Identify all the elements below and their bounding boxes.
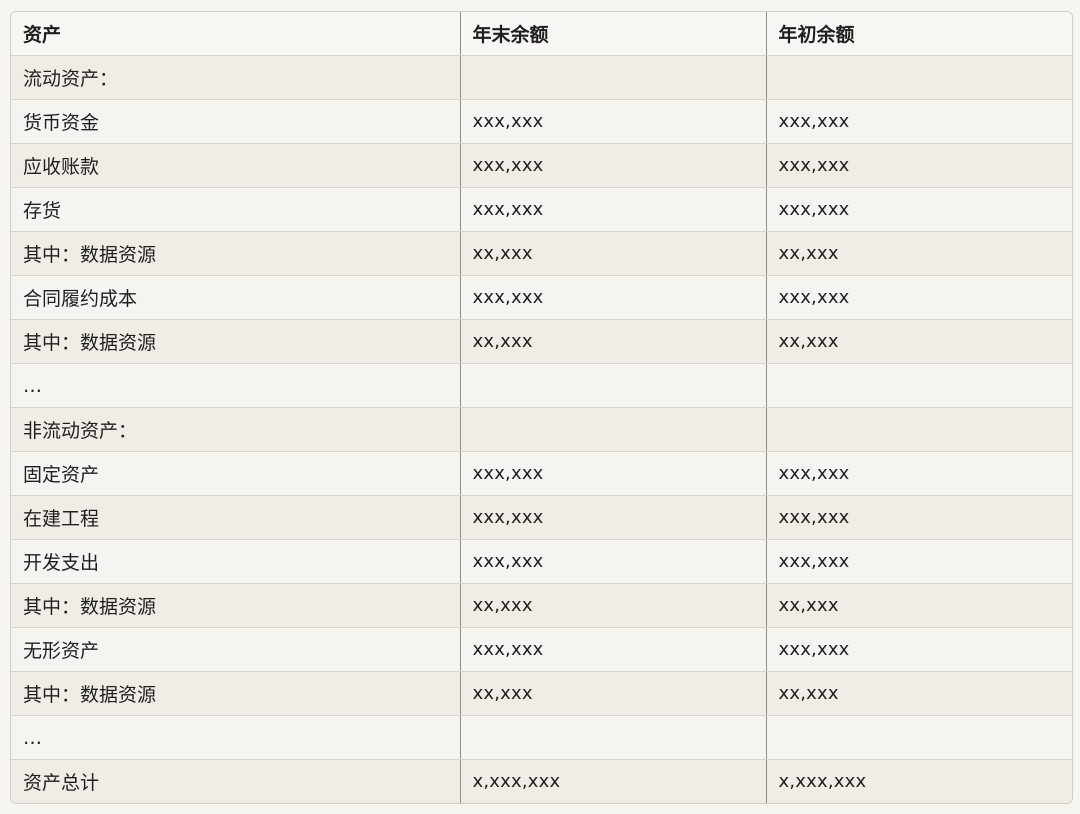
table-row: 固定资产 xxx,xxx xxx,xxx	[11, 451, 1072, 496]
cell-beginning-of-year-balance: xxx,xxx	[765, 451, 1072, 496]
table-header: 资产 年末余额 年初余额	[11, 12, 1072, 56]
cell-asset-item: 存货	[11, 187, 460, 232]
table-row: 流动资产：	[11, 55, 1072, 100]
cell-beginning-of-year-balance	[765, 55, 1072, 100]
cell-end-of-year-balance: xxx,xxx	[459, 451, 766, 496]
table-row: 开发支出 xxx,xxx xxx,xxx	[11, 539, 1072, 584]
cell-end-of-year-balance: xxx,xxx	[459, 187, 766, 232]
table-body: 流动资产： 货币资金 xxx,xxx xxx,xxx 应收账款 xxx,xxx xxx,xx…	[11, 55, 1072, 803]
cell-asset-item: 开发支出	[11, 539, 460, 584]
cell-end-of-year-balance: xx,xxx	[459, 231, 766, 276]
cell-end-of-year-balance	[459, 55, 766, 100]
cell-asset-item: …	[11, 715, 460, 760]
cell-end-of-year-balance: xxx,xxx	[459, 495, 766, 540]
table-row: 其中：数据资源 xx,xxx xx,xxx	[11, 583, 1072, 628]
cell-beginning-of-year-balance: xx,xxx	[765, 231, 1072, 276]
cell-asset-item: 非流动资产：	[11, 407, 460, 452]
balance-sheet-table: 资产 年末余额 年初余额 流动资产： 货币资金 xxx,xxx xxx,xxx 应收账款…	[11, 12, 1072, 803]
cell-beginning-of-year-balance: xxx,xxx	[765, 495, 1072, 540]
cell-beginning-of-year-balance: xxx,xxx	[765, 99, 1072, 144]
cell-asset-item: 其中：数据资源	[11, 319, 460, 364]
cell-end-of-year-balance: xxx,xxx	[459, 143, 766, 188]
table-row: …	[11, 715, 1072, 760]
cell-beginning-of-year-balance: xxx,xxx	[765, 187, 1072, 232]
table-row: 存货 xxx,xxx xxx,xxx	[11, 187, 1072, 232]
table-row: 非流动资产：	[11, 407, 1072, 452]
table-row: 其中：数据资源 xx,xxx xx,xxx	[11, 671, 1072, 716]
table-row: …	[11, 363, 1072, 408]
cell-beginning-of-year-balance: xxx,xxx	[765, 275, 1072, 320]
cell-end-of-year-balance: xxx,xxx	[459, 627, 766, 672]
cell-asset-item: 在建工程	[11, 495, 460, 540]
table-row: 无形资产 xxx,xxx xxx,xxx	[11, 627, 1072, 672]
table-row: 货币资金 xxx,xxx xxx,xxx	[11, 99, 1072, 144]
cell-beginning-of-year-balance	[765, 363, 1072, 408]
cell-asset-item: …	[11, 363, 460, 408]
cell-asset-item: 流动资产：	[11, 55, 460, 100]
cell-beginning-of-year-balance: xx,xxx	[765, 671, 1072, 716]
cell-asset-item: 其中：数据资源	[11, 583, 460, 628]
header-row: 资产 年末余额 年初余额	[11, 12, 1072, 56]
cell-beginning-of-year-balance: xxx,xxx	[765, 143, 1072, 188]
balance-sheet-table-container: 资产 年末余额 年初余额 流动资产： 货币资金 xxx,xxx xxx,xxx 应收账款…	[10, 11, 1073, 804]
cell-beginning-of-year-balance	[765, 715, 1072, 760]
header-beginning-of-year-balance: 年初余额	[765, 12, 1072, 56]
cell-end-of-year-balance: xx,xxx	[459, 671, 766, 716]
cell-asset-item: 其中：数据资源	[11, 231, 460, 276]
cell-beginning-of-year-balance: xx,xxx	[765, 583, 1072, 628]
table-row: 在建工程 xxx,xxx xxx,xxx	[11, 495, 1072, 540]
cell-asset-item: 合同履约成本	[11, 275, 460, 320]
cell-asset-item: 无形资产	[11, 627, 460, 672]
cell-end-of-year-balance: xx,xxx	[459, 319, 766, 364]
table-row: 资产总计 x,xxx,xxx x,xxx,xxx	[11, 759, 1072, 803]
table-row: 其中：数据资源 xx,xxx xx,xxx	[11, 231, 1072, 276]
cell-end-of-year-balance: xx,xxx	[459, 583, 766, 628]
cell-beginning-of-year-balance: xxx,xxx	[765, 539, 1072, 584]
cell-asset-item: 资产总计	[11, 759, 460, 803]
cell-end-of-year-balance: xxx,xxx	[459, 275, 766, 320]
cell-asset-item: 固定资产	[11, 451, 460, 496]
header-end-of-year-balance: 年末余额	[459, 12, 766, 56]
header-asset: 资产	[11, 12, 460, 56]
cell-end-of-year-balance: x,xxx,xxx	[459, 759, 766, 803]
table-row: 其中：数据资源 xx,xxx xx,xxx	[11, 319, 1072, 364]
cell-beginning-of-year-balance: x,xxx,xxx	[765, 759, 1072, 803]
cell-asset-item: 应收账款	[11, 143, 460, 188]
cell-beginning-of-year-balance	[765, 407, 1072, 452]
cell-end-of-year-balance: xxx,xxx	[459, 99, 766, 144]
cell-end-of-year-balance	[459, 715, 766, 760]
cell-beginning-of-year-balance: xx,xxx	[765, 319, 1072, 364]
cell-asset-item: 货币资金	[11, 99, 460, 144]
table-row: 合同履约成本 xxx,xxx xxx,xxx	[11, 275, 1072, 320]
table-row: 应收账款 xxx,xxx xxx,xxx	[11, 143, 1072, 188]
cell-end-of-year-balance	[459, 407, 766, 452]
cell-end-of-year-balance: xxx,xxx	[459, 539, 766, 584]
cell-asset-item: 其中：数据资源	[11, 671, 460, 716]
cell-beginning-of-year-balance: xxx,xxx	[765, 627, 1072, 672]
cell-end-of-year-balance	[459, 363, 766, 408]
